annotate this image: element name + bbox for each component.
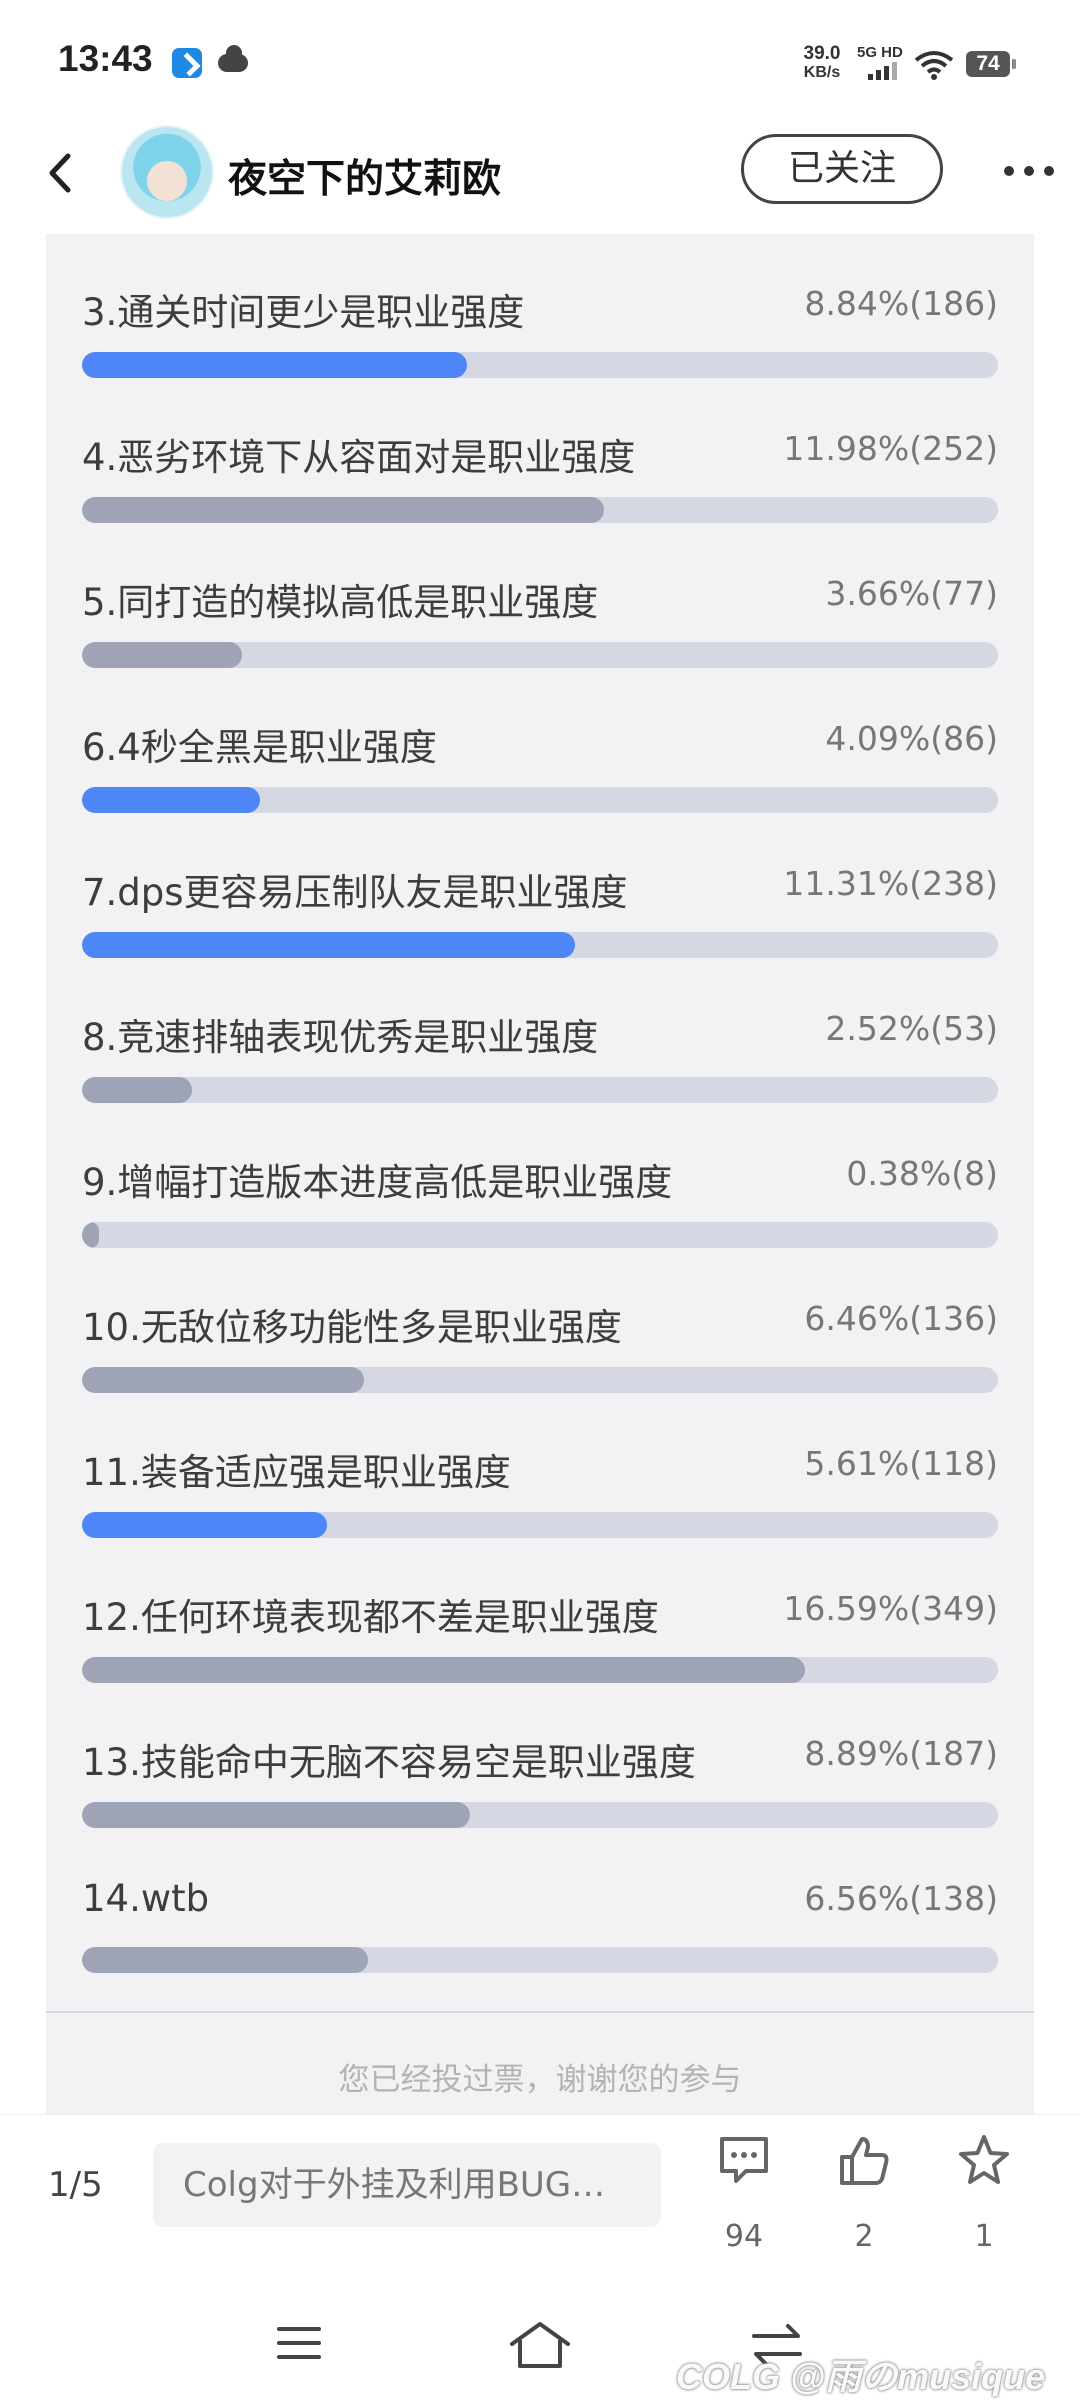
menu-icon[interactable] <box>275 2324 323 2362</box>
poll-option-percent: 2.52%(53) <box>825 1009 998 1048</box>
battery-indicator: 74 <box>966 51 1016 77</box>
poll-option-label: 13.技能命中无脑不容易空是职业强度 <box>82 1741 696 1784</box>
poll-option: 5.同打造的模拟高低是职业强度 3.66%(77) <box>82 524 998 669</box>
poll-option-bar-fill <box>82 787 261 813</box>
poll-option-percent: 16.59%(349) <box>783 1589 998 1628</box>
poll-option: 6.4秒全黑是职业强度 4.09%(86) <box>82 669 998 814</box>
divider <box>46 2011 1034 2013</box>
bottom-action-bar: 1/5 Colg对于外挂及利用BUG… 94 2 1 <box>0 2114 1080 2285</box>
poll-option-bar-track <box>82 1512 998 1538</box>
poll-option-bar-fill <box>82 932 576 958</box>
poll-option-percent: 6.56%(138) <box>804 1879 998 1918</box>
poll-option: 3.通关时间更少是职业强度 8.84%(186) <box>82 234 998 379</box>
poll-option: 4.恶劣环境下从容面对是职业强度 11.98%(252) <box>82 379 998 524</box>
favorite-count: 1 <box>974 2219 994 2254</box>
poll-option-bar-fill <box>82 1222 99 1248</box>
voted-note: 您已经投过票，谢谢您的参与 <box>338 2062 742 2098</box>
poll-option-bar-track <box>82 1802 998 1828</box>
comment-button[interactable]: 94 <box>694 2133 794 2263</box>
poll-option-bar-track <box>82 352 998 378</box>
poll-option-bar-track <box>82 787 998 813</box>
star-icon <box>959 2135 1009 2184</box>
poll-option-bar-fill <box>82 1802 470 1828</box>
network-speed-value: 39.0 <box>803 43 841 64</box>
poll-option-bar-track <box>82 1947 998 1973</box>
poll-option-percent: 8.89%(187) <box>804 1734 998 1773</box>
poll-option-bar-track <box>82 497 998 523</box>
poll-option-bar-track <box>82 1657 998 1683</box>
system-navigation-bar: COLG @雨のmusique <box>0 2284 1080 2408</box>
like-count: 2 <box>854 2219 874 2254</box>
poll-option-label: 3.通关时间更少是职业强度 <box>82 291 525 334</box>
post-title-chip[interactable]: Colg对于外挂及利用BUG… <box>153 2143 661 2227</box>
poll-option-percent: 3.66%(77) <box>825 574 998 613</box>
watermark: COLG @雨のmusique <box>676 2356 1046 2397</box>
app-notification-icon <box>172 48 202 78</box>
poll-option-bar-fill <box>82 1657 806 1683</box>
poll-option-percent: 5.61%(118) <box>804 1444 998 1483</box>
poll-option-percent: 4.09%(86) <box>825 719 998 758</box>
back-arrow-icon[interactable] <box>40 148 80 198</box>
status-time: 13:43 <box>58 38 153 79</box>
poll-option-percent: 11.98%(252) <box>783 429 998 468</box>
page-indicator[interactable]: 1/5 <box>48 2165 103 2205</box>
poll-option-label: 6.4秒全黑是职业强度 <box>82 726 437 769</box>
poll-option-bar-fill <box>82 352 468 378</box>
poll-option-bar-track <box>82 1077 998 1103</box>
poll-option-bar-track <box>82 642 998 668</box>
poll-option-label: 4.恶劣环境下从容面对是职业强度 <box>82 436 636 479</box>
poll-option-label: 12.任何环境表现都不差是职业强度 <box>82 1596 659 1639</box>
poll-option-bar-fill <box>82 497 605 523</box>
poll-option: 8.竞速排轴表现优秀是职业强度 2.52%(53) <box>82 959 998 1104</box>
poll-results: 3.通关时间更少是职业强度 8.84%(186) 4.恶劣环境下从容面对是职业强度 1… <box>46 234 1034 2114</box>
like-button[interactable]: 2 <box>814 2133 914 2263</box>
poll-option-label: 10.无敌位移功能性多是职业强度 <box>82 1306 622 1349</box>
network-type: 5G HD <box>857 44 903 61</box>
comment-count: 94 <box>724 2219 764 2254</box>
poll-option: 9.增幅打造版本进度高低是职业强度 0.38%(8) <box>82 1104 998 1249</box>
poll-option: 14.wtb 6.56%(138) <box>82 1829 998 1974</box>
poll-option-bar-fill <box>82 1367 364 1393</box>
poll-option-bar-track <box>82 1367 998 1393</box>
follow-button[interactable]: 已关注 <box>741 134 943 204</box>
poll-option-label: 11.装备适应强是职业强度 <box>82 1451 511 1494</box>
thumbs-up-icon <box>840 2137 889 2185</box>
avatar[interactable] <box>120 125 214 219</box>
network-speed: 39.0 KB/s <box>798 44 846 82</box>
poll-option-label: 14.wtb <box>82 1877 210 1920</box>
poll-option-percent: 11.31%(238) <box>783 864 998 903</box>
signal-icon <box>868 62 900 80</box>
comment-icon <box>720 2137 768 2183</box>
more-options-icon[interactable] <box>1004 166 1054 176</box>
poll-option: 13.技能命中无脑不容易空是职业强度 8.89%(187) <box>82 1684 998 1829</box>
poll-option-bar-fill <box>82 1512 327 1538</box>
poll-option: 7.dps更容易压制队友是职业强度 11.31%(238) <box>82 814 998 959</box>
poll-option: 12.任何环境表现都不差是职业强度 16.59%(349) <box>82 1539 998 1684</box>
favorite-button[interactable]: 1 <box>934 2133 1034 2263</box>
poll-option: 11.装备适应强是职业强度 5.61%(118) <box>82 1394 998 1539</box>
poll-option-label: 8.竞速排轴表现优秀是职业强度 <box>82 1016 599 1059</box>
poll-option-percent: 0.38%(8) <box>846 1154 998 1193</box>
poll-option: 10.无敌位移功能性多是职业强度 6.46%(136) <box>82 1249 998 1394</box>
home-icon[interactable] <box>508 2320 572 2370</box>
poll-option-bar-track <box>82 1222 998 1248</box>
poll-option-label: 5.同打造的模拟高低是职业强度 <box>82 581 599 624</box>
poll-option-bar-fill <box>82 1077 192 1103</box>
poll-option-percent: 8.84%(186) <box>804 284 998 323</box>
cloud-icon <box>218 45 248 72</box>
wifi-icon <box>914 51 954 80</box>
poll-option-bar-fill <box>82 642 242 668</box>
poll-option-label: 7.dps更容易压制队友是职业强度 <box>82 871 628 914</box>
poll-option-bar-track <box>82 932 998 958</box>
poll-option-label: 9.增幅打造版本进度高低是职业强度 <box>82 1161 673 1204</box>
poll-option-bar-fill <box>82 1947 369 1973</box>
status-bar: 13:43 39.0 KB/s 5G HD 74 <box>0 0 1080 125</box>
username[interactable]: 夜空下的艾莉欧 <box>228 148 501 204</box>
poll-option-percent: 6.46%(136) <box>804 1299 998 1338</box>
network-speed-unit: KB/s <box>803 64 841 81</box>
